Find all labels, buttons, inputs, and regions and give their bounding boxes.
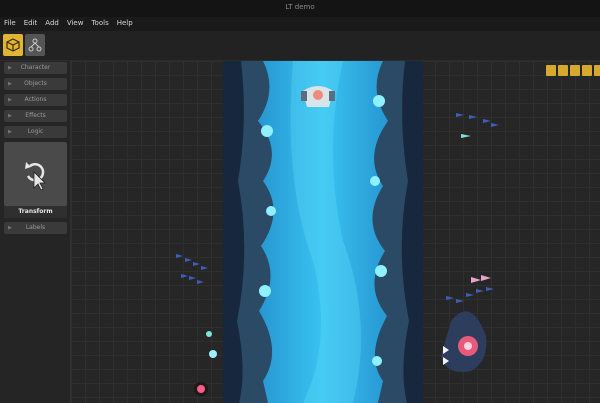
transform-label: Transform (4, 206, 67, 218)
menu-bar: File Edit Add View Tools Help (0, 17, 600, 31)
window-title: LT demo (285, 3, 315, 11)
nodes-icon (28, 38, 42, 52)
warning-icon[interactable] (594, 65, 600, 76)
category-actions[interactable]: ▶ Actions (4, 94, 67, 106)
rotate-cursor-icon (25, 162, 46, 191)
category-character[interactable]: ▶ Character (4, 62, 67, 74)
cube-tool-button[interactable] (3, 34, 23, 56)
category-effects[interactable]: ▶ Effects (4, 110, 67, 122)
category-logic[interactable]: ▶ Logic (4, 126, 67, 138)
menu-add[interactable]: Add (41, 17, 63, 31)
orb-enemy[interactable] (194, 382, 208, 396)
menu-file[interactable]: File (0, 17, 20, 31)
expand-icon[interactable] (570, 65, 580, 76)
category-objects[interactable]: ▶ Objects (4, 78, 67, 90)
title-bar: LT demo (0, 0, 600, 17)
components-sidebar: ▶ Character ▶ Objects ▶ Actions ▶ Effects ▶ L… (0, 61, 71, 403)
transform-component-card[interactable] (4, 142, 67, 206)
offscreen-enemies-left (176, 254, 217, 396)
scene-viewport[interactable] (71, 61, 600, 403)
lock-icon[interactable] (546, 65, 556, 76)
boss-enemy[interactable] (441, 311, 487, 372)
cube-icon (6, 38, 20, 52)
menu-edit[interactable]: Edit (20, 17, 42, 31)
offscreen-enemies-right (441, 113, 499, 372)
snap-icon[interactable] (558, 65, 568, 76)
game-scene[interactable] (223, 61, 423, 403)
game-artwork (223, 61, 423, 403)
menu-help[interactable]: Help (113, 17, 137, 31)
nodes-tool-button[interactable] (25, 34, 45, 56)
toolbar (0, 31, 600, 61)
camera-icon[interactable] (582, 65, 592, 76)
category-labels[interactable]: ▶ Labels (4, 222, 67, 234)
menu-tools[interactable]: Tools (87, 17, 112, 31)
menu-view[interactable]: View (63, 17, 88, 31)
